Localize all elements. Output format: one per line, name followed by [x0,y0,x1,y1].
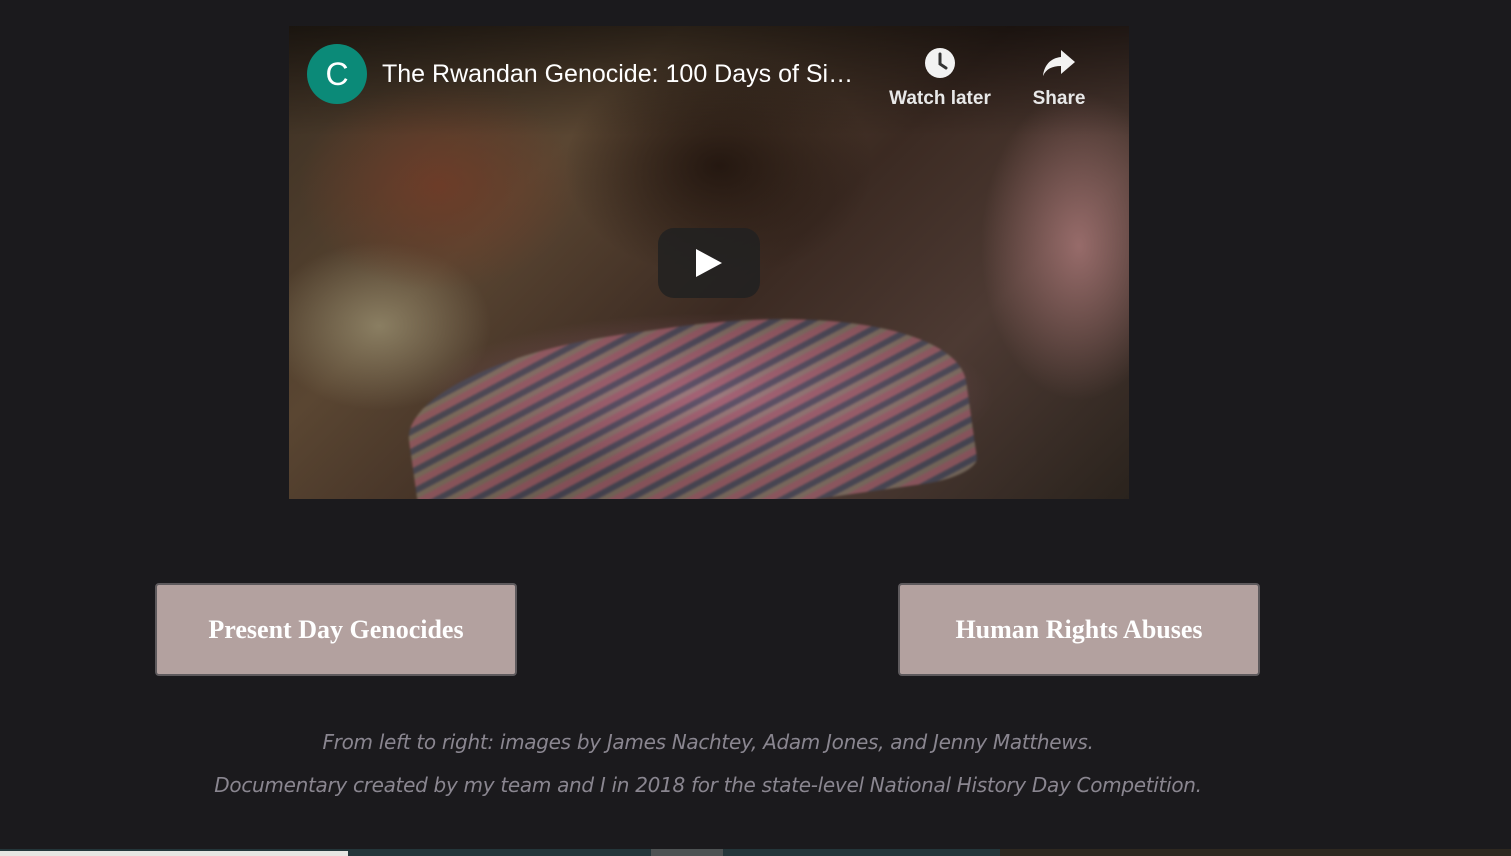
bottom-strip-segment [651,849,723,856]
human-rights-abuses-label: Human Rights Abuses [955,614,1203,644]
share-arrow-icon [1004,46,1114,80]
bottom-strip-segment [1000,849,1511,856]
channel-avatar-initial: C [325,55,349,92]
share-button[interactable]: Share [1004,46,1114,110]
present-day-genocides-label: Present Day Genocides [208,614,464,644]
watch-later-button[interactable]: Watch later [885,46,995,110]
present-day-genocides-button[interactable]: Present Day Genocides [155,583,517,676]
embedded-video-player[interactable]: C The Rwandan Genocide: 100 Days of Si… … [289,26,1129,499]
clock-icon [885,46,995,80]
video-thumbnail-image [398,287,980,499]
watch-later-label: Watch later [889,88,991,109]
play-button[interactable] [658,228,760,298]
channel-avatar[interactable]: C [307,44,367,104]
bottom-image-strip [0,849,1511,856]
bottom-strip-segment [0,851,348,856]
play-icon [696,249,722,277]
human-rights-abuses-button[interactable]: Human Rights Abuses [898,583,1260,676]
video-title[interactable]: The Rwandan Genocide: 100 Days of Si… [382,60,882,89]
share-label: Share [1032,88,1086,109]
documentary-caption: Documentary created by my team and I in … [214,773,1202,797]
image-credits-caption: From left to right: images by James Nach… [322,730,1094,754]
